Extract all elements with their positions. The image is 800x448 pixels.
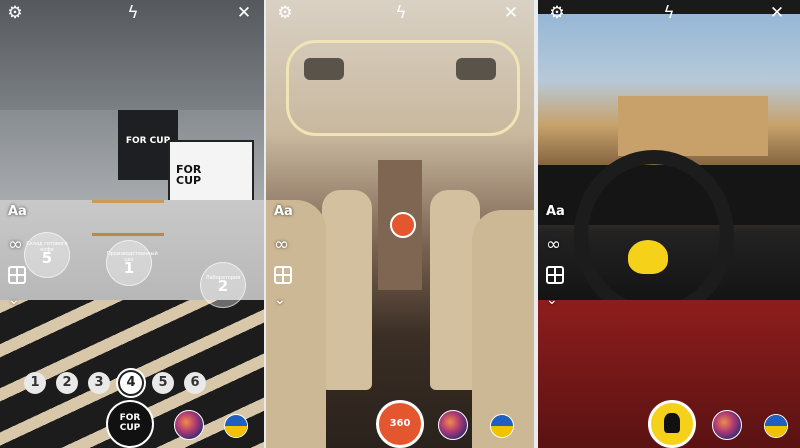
settings-icon[interactable]: ⚙ [276,4,294,22]
text-toggle-button[interactable]: Aa [8,204,27,219]
ceiling-spotlight-left [304,58,344,80]
flash-off-icon[interactable]: ϟ [392,4,410,22]
avatar[interactable] [174,410,204,440]
logo-text: FOR CUP [119,413,141,433]
avatar[interactable] [438,410,468,440]
grid-icon[interactable] [8,266,26,284]
screen-brand-text: FOR CUP [176,163,202,187]
avatar[interactable] [712,410,742,440]
hotspot-production[interactable]: Производственный цех 1 [106,240,158,286]
panel-office: FOR CUP FOR CUP ⚙ ϟ ✕ Aa ∞ ⌄ Склад готов… [0,0,264,448]
ukraine-flag-icon[interactable] [764,414,788,438]
chevron-down-icon[interactable]: ⌄ [546,292,558,308]
view-360-button[interactable]: 360 [376,400,424,448]
ferrari-emblem [628,240,668,274]
hotspot-number: 5 [41,249,53,267]
seat-front-right [472,210,534,448]
scene-5-button[interactable]: 5 [152,372,174,394]
scene-2-button[interactable]: 2 [56,372,78,394]
hotspot-laboratory[interactable]: Лаборатория 2 [200,262,246,308]
close-icon[interactable]: ✕ [502,4,520,22]
scene-4-button[interactable]: 4 [120,372,142,394]
hotspot-number: 1 [123,259,135,277]
seat-left [322,190,372,390]
scene-3-button[interactable]: 3 [88,372,110,394]
ferrari-logo-button[interactable] [648,400,696,448]
infinity-icon[interactable]: ∞ [546,234,561,255]
chevron-down-icon[interactable]: ⌄ [8,292,20,308]
chevron-down-icon[interactable]: ⌄ [274,292,286,308]
ukraine-flag-icon[interactable] [490,414,514,438]
forcup-logo-button[interactable]: FOR CUP [106,400,154,448]
grid-icon[interactable] [546,266,564,284]
close-icon[interactable]: ✕ [235,4,253,22]
steering-wheel [574,150,734,320]
scene-6-button[interactable]: 6 [184,372,206,394]
grid-icon[interactable] [274,266,292,284]
horse-icon [664,413,680,433]
flash-off-icon[interactable]: ϟ [124,4,142,22]
settings-icon[interactable]: ⚙ [6,4,24,22]
ceiling-spotlight-right [456,58,496,80]
infinity-icon[interactable]: ∞ [8,234,23,255]
text-toggle-button[interactable]: Aa [546,204,565,219]
flash-off-icon[interactable]: ϟ [660,4,678,22]
hotspot-number: 2 [217,277,229,295]
ukraine-flag-icon[interactable] [224,414,248,438]
location-pin-icon[interactable] [390,212,416,238]
settings-icon[interactable]: ⚙ [548,4,566,22]
scene-1-button[interactable]: 1 [24,372,46,394]
work-tables [92,200,164,236]
ceiling-light-frame [286,40,520,136]
text-toggle-button[interactable]: Aa [274,204,293,219]
building [618,96,768,156]
hotspot-warehouse[interactable]: Склад готового кофе 5 [24,232,70,278]
panel-car-interior: ⚙ ϟ ✕ Aa ∞ ⌄ [538,0,800,448]
panel-jet-cabin: ⚙ ϟ ✕ Aa ∞ ⌄ 360 [266,0,534,448]
infinity-icon[interactable]: ∞ [274,234,289,255]
close-icon[interactable]: ✕ [768,4,786,22]
